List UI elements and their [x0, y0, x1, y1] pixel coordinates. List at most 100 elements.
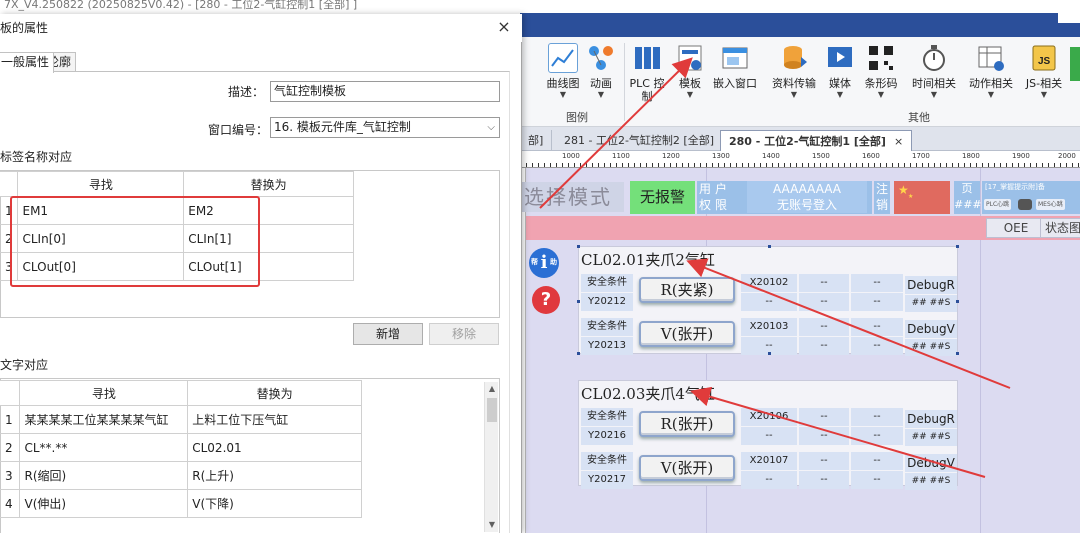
ribbon-label-2: 制: [641, 90, 653, 103]
scroll-down-icon[interactable]: ▼: [485, 518, 499, 532]
cylinder-action-button[interactable]: V(张开): [639, 455, 735, 481]
window-number-select[interactable]: 16. 模板元件库_气缸控制 ⌵: [270, 117, 500, 138]
action-icon: [976, 43, 1006, 73]
ruler-number: 1100: [612, 152, 630, 160]
cylinder-action-button[interactable]: V(张开): [639, 321, 735, 347]
safety-condition: 安全条件: [581, 452, 633, 470]
ribbon-data-transfer-button[interactable]: 资料传输 ▼: [766, 41, 822, 117]
ruler-number: 1900: [1012, 152, 1030, 160]
ribbon-media-button[interactable]: 媒体 ▼: [822, 41, 858, 117]
safety-condition: 安全条件: [581, 408, 633, 426]
ribbon-animation-button[interactable]: 动画 ▼: [580, 41, 622, 117]
ribbon-plc-control-button[interactable]: PLC 控 制: [624, 41, 670, 117]
ribbon-action-button[interactable]: 动作相关 ▼: [964, 41, 1018, 117]
close-icon[interactable]: ×: [495, 18, 513, 36]
tag-header-replace: 替换为: [183, 171, 354, 197]
cylinder-action-button[interactable]: R(张开): [639, 411, 735, 437]
permission-value: 无账号登入: [747, 197, 867, 213]
tag-section-label: 标签名称对应: [0, 150, 73, 164]
ribbon-embed-window-button[interactable]: 嵌入窗口: [710, 41, 760, 117]
table-row[interactable]: 2 CL**.** CL02.01: [0, 433, 362, 462]
table-row[interactable]: 3 R(缩回) R(上升): [0, 461, 362, 490]
scroll-up-icon[interactable]: ▲: [485, 382, 499, 396]
ruler-number: 1800: [962, 152, 980, 160]
doc-tab-280[interactable]: 280 - 工位2-气缸控制1 [全部] ×: [720, 130, 913, 151]
debug-label[interactable]: DebugR: [905, 410, 957, 428]
tab-status[interactable]: 状态图: [1040, 218, 1080, 238]
hmi-canvas[interactable]: 选择模式 无报警 用户 AAAAAAAA 权限 无账号登入 注销 ★ ★ 页 ####…: [522, 168, 1080, 533]
ruler-number: 1700: [912, 152, 930, 160]
ribbon-label: 模板: [679, 77, 701, 90]
ribbon-label: 动作相关: [969, 77, 1013, 90]
text-replace-cell[interactable]: R(上升): [187, 461, 362, 490]
cylinder-block[interactable]: CL02.03夹爪4气缸 安全条件 Y20216 R(张开) X20106 --…: [578, 380, 958, 490]
cylinder-action-button[interactable]: R(夹紧): [639, 277, 735, 303]
ruler-number: 1200: [662, 152, 680, 160]
logout-button[interactable]: 注销: [874, 181, 890, 214]
output-address: Y20216: [581, 427, 633, 445]
help-label-right: 助: [550, 257, 557, 266]
output-address: Y20213: [581, 337, 633, 355]
text-find-cell[interactable]: CL**.**: [19, 433, 189, 462]
dialog-title: 板的属性: [0, 14, 522, 42]
text-table-scrollbar[interactable]: ▲ ▼: [484, 382, 498, 532]
mode-label: 选择模式: [522, 182, 624, 212]
ribbon-group-other: 其他: [908, 111, 930, 124]
debug-label[interactable]: DebugV: [905, 320, 957, 338]
tab-oee[interactable]: OEE: [986, 218, 1046, 238]
debug-time: ## ##S: [905, 429, 957, 446]
app-title: 7X_V4.250822 (20250825V0.42) - [280 - 工位…: [0, 0, 1080, 14]
text-find-cell[interactable]: V(伸出): [19, 489, 189, 518]
debug-label[interactable]: DebugR: [905, 276, 957, 294]
animation-icon: [586, 43, 616, 73]
mes-heartbeat: MES心跳: [1036, 199, 1065, 210]
cylinder-row: 安全条件 Y20212 R(夹紧) X20102 -- -- -- -- -- …: [579, 273, 957, 315]
ribbon-label: 资料传输: [772, 77, 816, 90]
ribbon-label: 条形码: [864, 77, 898, 90]
tab-general-properties[interactable]: 一般属性: [0, 52, 55, 73]
info-icon[interactable]: 帮i助: [529, 248, 559, 278]
timer-icon: [919, 43, 949, 73]
doc-tab-previous[interactable]: 部]: [520, 130, 553, 151]
user-panel: 用户 AAAAAAAA 权限 无账号登入: [697, 181, 872, 214]
table-row[interactable]: 1 某某某某工位某某某某气缸 上料工位下压气缸: [0, 405, 362, 434]
embed-window-icon: [720, 43, 750, 73]
cylinder-block[interactable]: CL02.01夹爪2气缸 安全条件 Y20212 R(夹紧) X20102 --…: [577, 245, 959, 356]
input-address: X20107: [741, 452, 797, 470]
doc-tab-281[interactable]: 281 - 工位2-气缸控制2 [全部]: [556, 130, 724, 151]
ribbon-label: PLC 控: [629, 77, 665, 90]
table-row[interactable]: 4 V(伸出) V(下降): [0, 489, 362, 518]
language-flag-icon[interactable]: ★ ★: [894, 181, 950, 214]
ribbon-timer-button[interactable]: 时间相关 ▼: [908, 41, 960, 117]
overflow-icon[interactable]: [1070, 47, 1080, 81]
ribbon-template-button[interactable]: 模板 ▼: [672, 41, 708, 117]
text-replace-cell[interactable]: V(下降): [187, 489, 362, 518]
ruler-number: 1600: [862, 152, 880, 160]
svg-text:JS: JS: [1038, 56, 1051, 67]
window-number-label: 窗口编号：: [207, 123, 268, 137]
text-find-cell[interactable]: R(缩回): [19, 461, 189, 490]
plc-control-icon: [632, 43, 662, 73]
scrollbar-thumb[interactable]: [487, 398, 497, 422]
value-cell: --: [799, 318, 849, 336]
debug-label[interactable]: DebugV: [905, 454, 957, 472]
question-icon[interactable]: ?: [532, 286, 560, 314]
user-label: 用户: [699, 182, 732, 196]
horizontal-ruler: 1000 1100 1200 1300 1400 1500 1600 1700 …: [520, 151, 1080, 168]
input-address: X20102: [741, 274, 797, 292]
value-cell: --: [851, 274, 903, 292]
ribbon-barcode-button[interactable]: 条形码 ▼: [858, 41, 904, 117]
text-replace-cell[interactable]: 上料工位下压气缸: [187, 405, 362, 434]
text-replace-cell[interactable]: CL02.01: [187, 433, 362, 462]
ribbon-js-button[interactable]: JS JS-相关 ▼: [1020, 41, 1068, 117]
description-input[interactable]: 气缸控制模板: [270, 81, 500, 102]
text-find-cell[interactable]: 某某某某工位某某某某气缸: [19, 405, 189, 434]
remove-button[interactable]: 移除: [429, 323, 499, 345]
add-button[interactable]: 新增: [353, 323, 423, 345]
value-cell: --: [799, 337, 849, 355]
value-cell: --: [799, 293, 849, 311]
ribbon-label: 媒体: [829, 77, 851, 90]
close-icon[interactable]: ×: [894, 135, 903, 148]
value-cell: --: [851, 408, 903, 426]
cylinder-title: CL02.03夹爪4气缸: [581, 385, 715, 403]
